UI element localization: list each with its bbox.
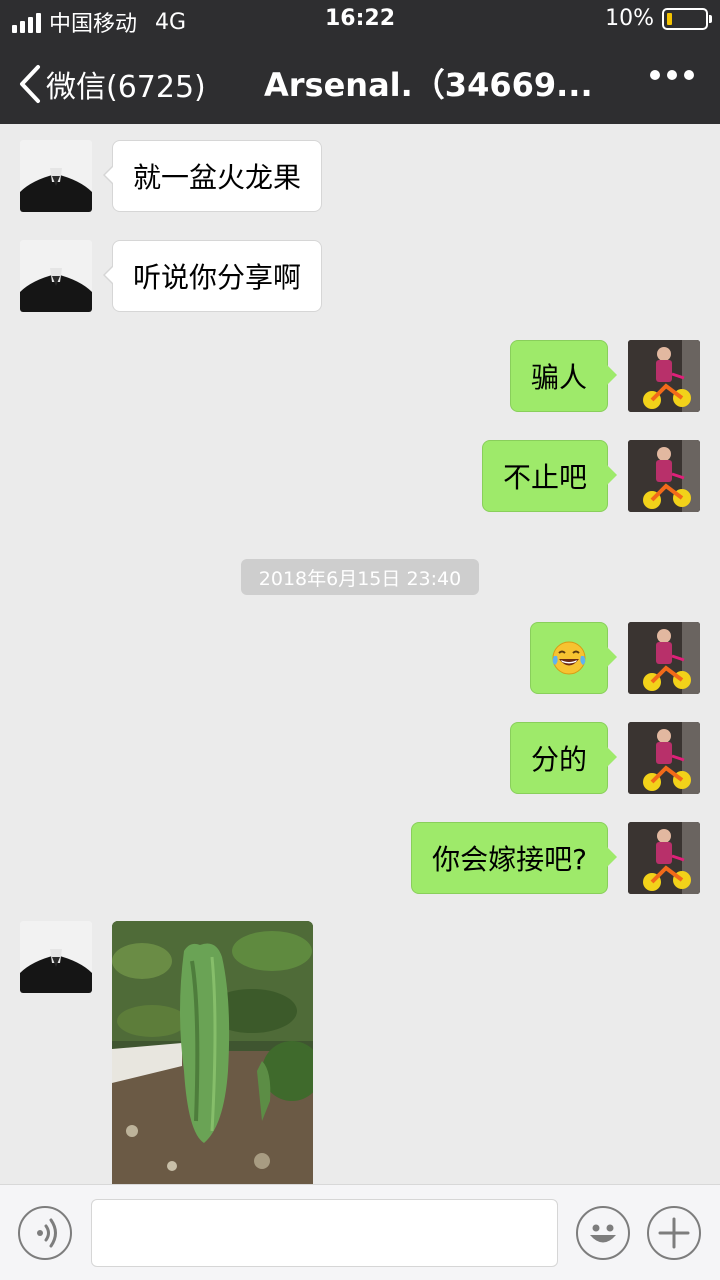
- self-avatar[interactable]: [628, 340, 700, 412]
- input-bar: [0, 1184, 720, 1280]
- message-bubble[interactable]: 骗人: [509, 340, 618, 412]
- message-text: 分的: [530, 743, 587, 776]
- battery-icon: [662, 7, 712, 30]
- self-avatar[interactable]: [628, 622, 700, 694]
- battery-percent: 10%: [605, 6, 654, 31]
- contact-avatar[interactable]: [20, 140, 92, 212]
- message-text: 不止吧: [502, 461, 587, 494]
- emoji-button[interactable]: [576, 1206, 630, 1260]
- more-icon[interactable]: [650, 70, 694, 80]
- message-bubble[interactable]: 听说你分享啊: [102, 240, 323, 312]
- message-text: 骗人: [530, 361, 587, 394]
- voice-button[interactable]: [18, 1206, 72, 1260]
- status-bar: 中国移动 4G 16:22 10%: [0, 0, 720, 40]
- message-bubble[interactable]: 不止吧: [481, 440, 618, 512]
- message-bubble[interactable]: 你会嫁接吧?: [411, 822, 617, 894]
- message-bubble[interactable]: 分的: [509, 722, 618, 794]
- status-right: 10%: [605, 6, 712, 31]
- plus-button[interactable]: [647, 1206, 701, 1260]
- nav-bar: 微信(6725) Arsenal.（34669...: [0, 40, 720, 124]
- self-avatar[interactable]: [628, 822, 700, 894]
- plus-icon: [658, 1217, 690, 1249]
- contact-avatar[interactable]: [20, 921, 92, 993]
- message-input[interactable]: [91, 1199, 558, 1267]
- self-avatar[interactable]: [628, 440, 700, 512]
- message-bubble[interactable]: 就一盆火龙果: [102, 140, 323, 212]
- back-button[interactable]: 微信(6725): [18, 62, 206, 106]
- chat-title: Arsenal.（34669...: [264, 66, 593, 104]
- timestamp-label: 2018年6月15日 23:40: [241, 559, 479, 595]
- emoji-icon: [590, 1224, 616, 1243]
- contact-avatar[interactable]: [20, 240, 92, 312]
- message-text: 就一盆火龙果: [133, 161, 302, 194]
- dragon-fruit-photo: [112, 921, 313, 1184]
- image-message[interactable]: [112, 921, 313, 1184]
- message-text: 听说你分享啊: [133, 261, 302, 294]
- self-avatar[interactable]: [628, 722, 700, 794]
- back-label: 微信(6725): [46, 70, 206, 105]
- chat-area[interactable]: 就一盆火龙果 听说你分享啊 骗人 不止吧 2018年6月15日 23:40 😂 …: [0, 124, 720, 1184]
- voice-icon: [37, 1218, 57, 1248]
- message-bubble[interactable]: 😂: [530, 622, 617, 694]
- tears-of-joy-emoji-icon: [552, 641, 586, 675]
- back-chevron-icon: [20, 65, 40, 103]
- message-text: 你会嫁接吧?: [432, 843, 587, 876]
